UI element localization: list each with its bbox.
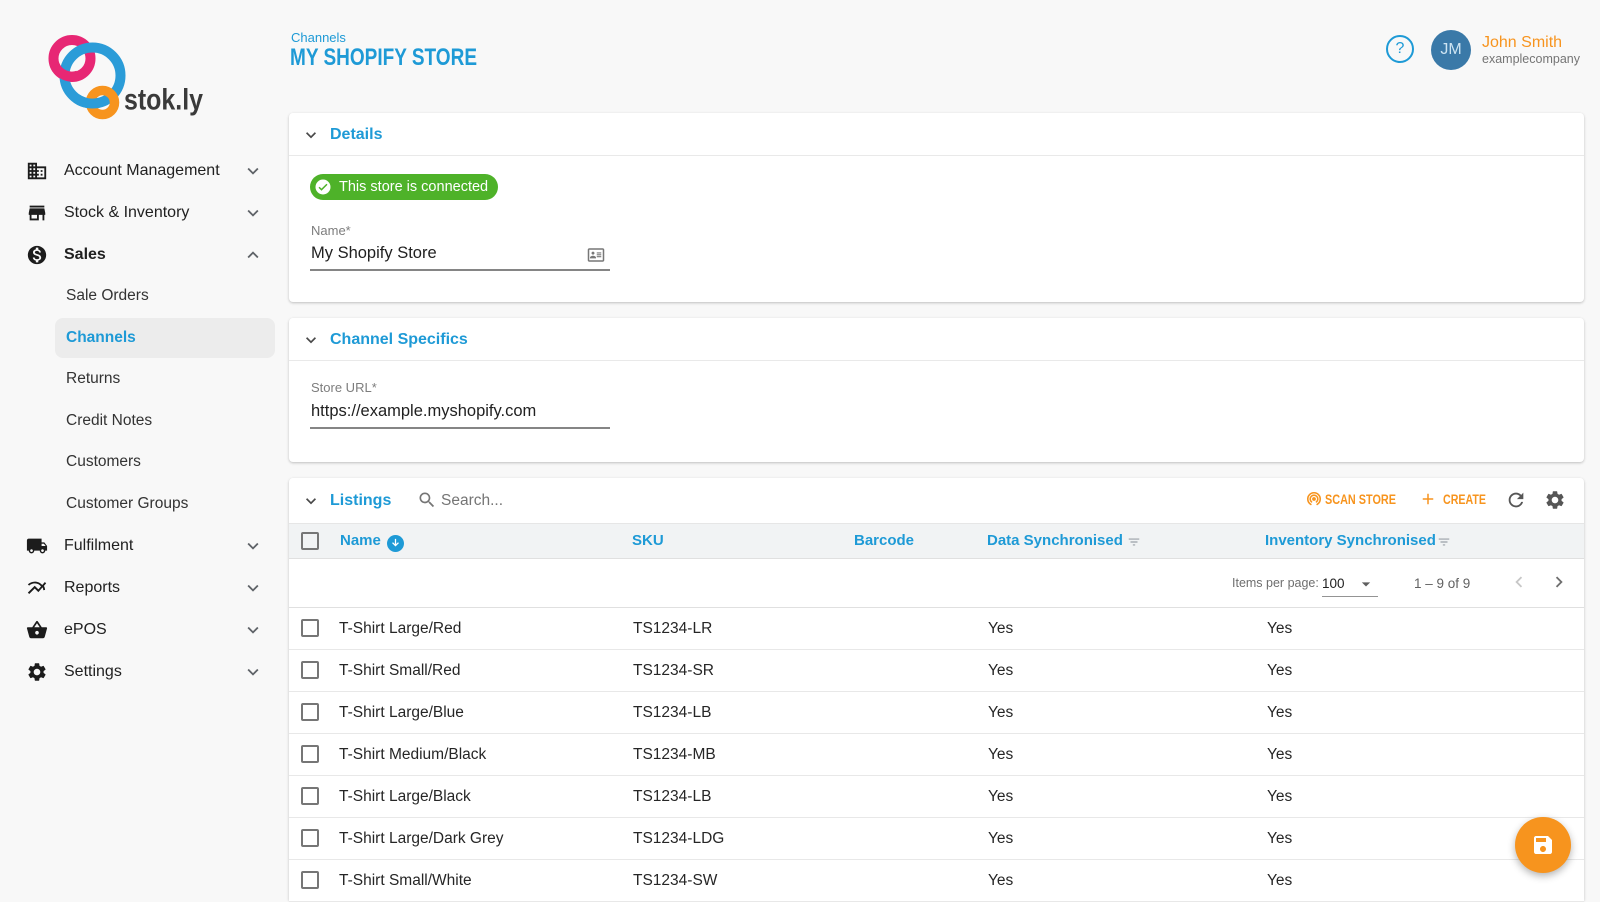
svg-text:stok.ly: stok.ly — [124, 84, 203, 117]
svg-text:SCAN STORE: SCAN STORE — [1325, 493, 1396, 507]
svg-text:CREATE: CREATE — [1443, 493, 1486, 507]
svg-text:MY SHOPIFY STORE: MY SHOPIFY STORE — [290, 44, 477, 71]
